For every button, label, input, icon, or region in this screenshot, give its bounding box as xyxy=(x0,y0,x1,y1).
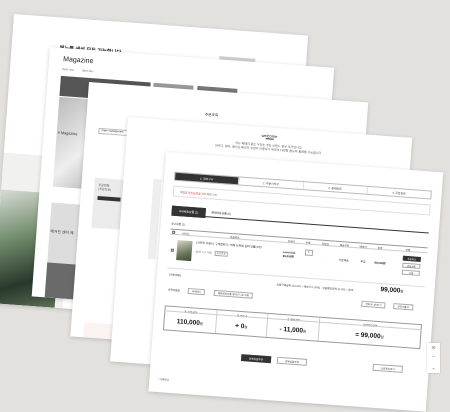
summary-unit: 원 xyxy=(380,335,384,340)
select-all-checkbox[interactable] xyxy=(172,230,176,235)
item-count: 국내상품 (1) xyxy=(170,221,186,227)
nav-item[interactable]: Item one xyxy=(62,67,74,72)
scroll-down-icon[interactable]: ⌄ xyxy=(432,365,436,371)
info-lines: 주문현황 (주문정보) xyxy=(98,183,112,192)
delete-selected-button[interactable]: 삭제하기 xyxy=(187,287,206,296)
scroll-up-icon[interactable]: ⌃ xyxy=(432,355,436,361)
info-line: (주문정보) xyxy=(98,186,112,192)
page-title: 주문조회 xyxy=(204,112,219,118)
nav-item[interactable]: Item two xyxy=(82,68,94,73)
order-selected-button[interactable]: 선택상품주문 xyxy=(276,356,308,366)
ship-type-cell: 기본배송 xyxy=(338,257,349,263)
points-cell: - xyxy=(323,256,325,261)
delete-button[interactable]: 삭제 xyxy=(401,269,420,276)
quantity-stepper[interactable]: 1 xyxy=(304,249,313,256)
magazine-nav: Item one Item two xyxy=(62,67,93,73)
summary-number: = 99,000 xyxy=(354,331,381,341)
notice-suffix: 적립 -2% xyxy=(206,193,217,197)
row-checkbox[interactable] xyxy=(170,248,174,252)
product-option: [옵션: 1+1 다발] 옵션변경 xyxy=(195,249,228,257)
usage-guide: 이용안내 xyxy=(159,378,169,382)
order-all-button[interactable]: 전체상품주문 xyxy=(240,354,272,364)
shipping-label: [기본배송] xyxy=(168,272,182,278)
step-payment: 3. 결제완료 xyxy=(303,182,368,194)
move-overseas-button[interactable]: 해외배송상품 장바구니로 이동 xyxy=(213,289,254,299)
summary-value: + 0원 xyxy=(216,321,267,332)
summary-value: 110,000원 xyxy=(164,317,215,328)
share-icon[interactable]: ✉ xyxy=(432,345,436,351)
action-label: 선택상품을 xyxy=(167,288,180,293)
magazine-photo[interactable] xyxy=(44,262,78,300)
summary-value: - 11,000원 xyxy=(267,325,318,336)
row-total: 99,000원 xyxy=(374,260,386,266)
step-cart: 1. 장바구니 xyxy=(174,172,240,185)
product-thumbnail[interactable] xyxy=(176,240,193,262)
option-change-button[interactable]: 옵션변경 xyxy=(214,250,228,257)
wishlist-button[interactable]: 관심상품 xyxy=(402,262,421,269)
ship-fee-cell: 무료 xyxy=(360,259,366,264)
summary-unit: 원 xyxy=(199,321,204,327)
product-name[interactable]: [국민위 브랜드] 구례엔토리 / 데메 트위랑 실버 단품(1개) xyxy=(196,240,268,250)
cart-total-unit: 원 xyxy=(400,289,404,294)
continue-shopping-button[interactable]: 쇼핑계속하기 xyxy=(372,363,403,373)
tab-order-management[interactable]: order management xyxy=(98,127,129,137)
step-order-form: 2. 주문서작성 xyxy=(239,177,304,190)
magazine-title: Magazine xyxy=(62,56,94,66)
summary-value: = 99,000원 xyxy=(319,329,420,343)
summary-unit: 원 xyxy=(244,325,248,330)
step-complete: 4. 주문완료 xyxy=(392,190,406,196)
summary-number: 110,000 xyxy=(176,318,201,327)
print-quote-button[interactable]: 견적서출력 xyxy=(393,303,414,311)
floating-side-buttons: ✉ ⌃ ⌄ xyxy=(427,343,440,373)
summary-unit: 원 xyxy=(302,329,307,334)
divider xyxy=(265,138,274,140)
option-text: [옵션: 1+1 다발] xyxy=(195,250,213,255)
subtotal-text: 상품구매금액 110,000 + 배송비 0 (무료) - 상품할인금액 11,… xyxy=(276,283,355,293)
notice-highlight: 적립금 받을 회원 xyxy=(187,191,207,197)
empty-cart-button[interactable]: 장바구니비우기 xyxy=(361,300,386,309)
cart-page-card: 1. 장바구니 2. 주문서작성 3. 결제완료 4. 주문완료 적립금 적립금… xyxy=(148,152,444,412)
notice-prefix: 적립금 xyxy=(179,191,188,195)
cart-total-value: 99,000 xyxy=(380,286,401,295)
price-cell: 110,000원 99,000원 xyxy=(282,250,296,259)
summary-number: - 11,000 xyxy=(279,325,304,335)
tab-underline xyxy=(171,213,429,233)
cart-total: 99,000원 xyxy=(380,286,403,295)
order-button[interactable]: 주문하기 xyxy=(402,255,421,262)
sale-price: 99,000원 xyxy=(282,253,295,259)
